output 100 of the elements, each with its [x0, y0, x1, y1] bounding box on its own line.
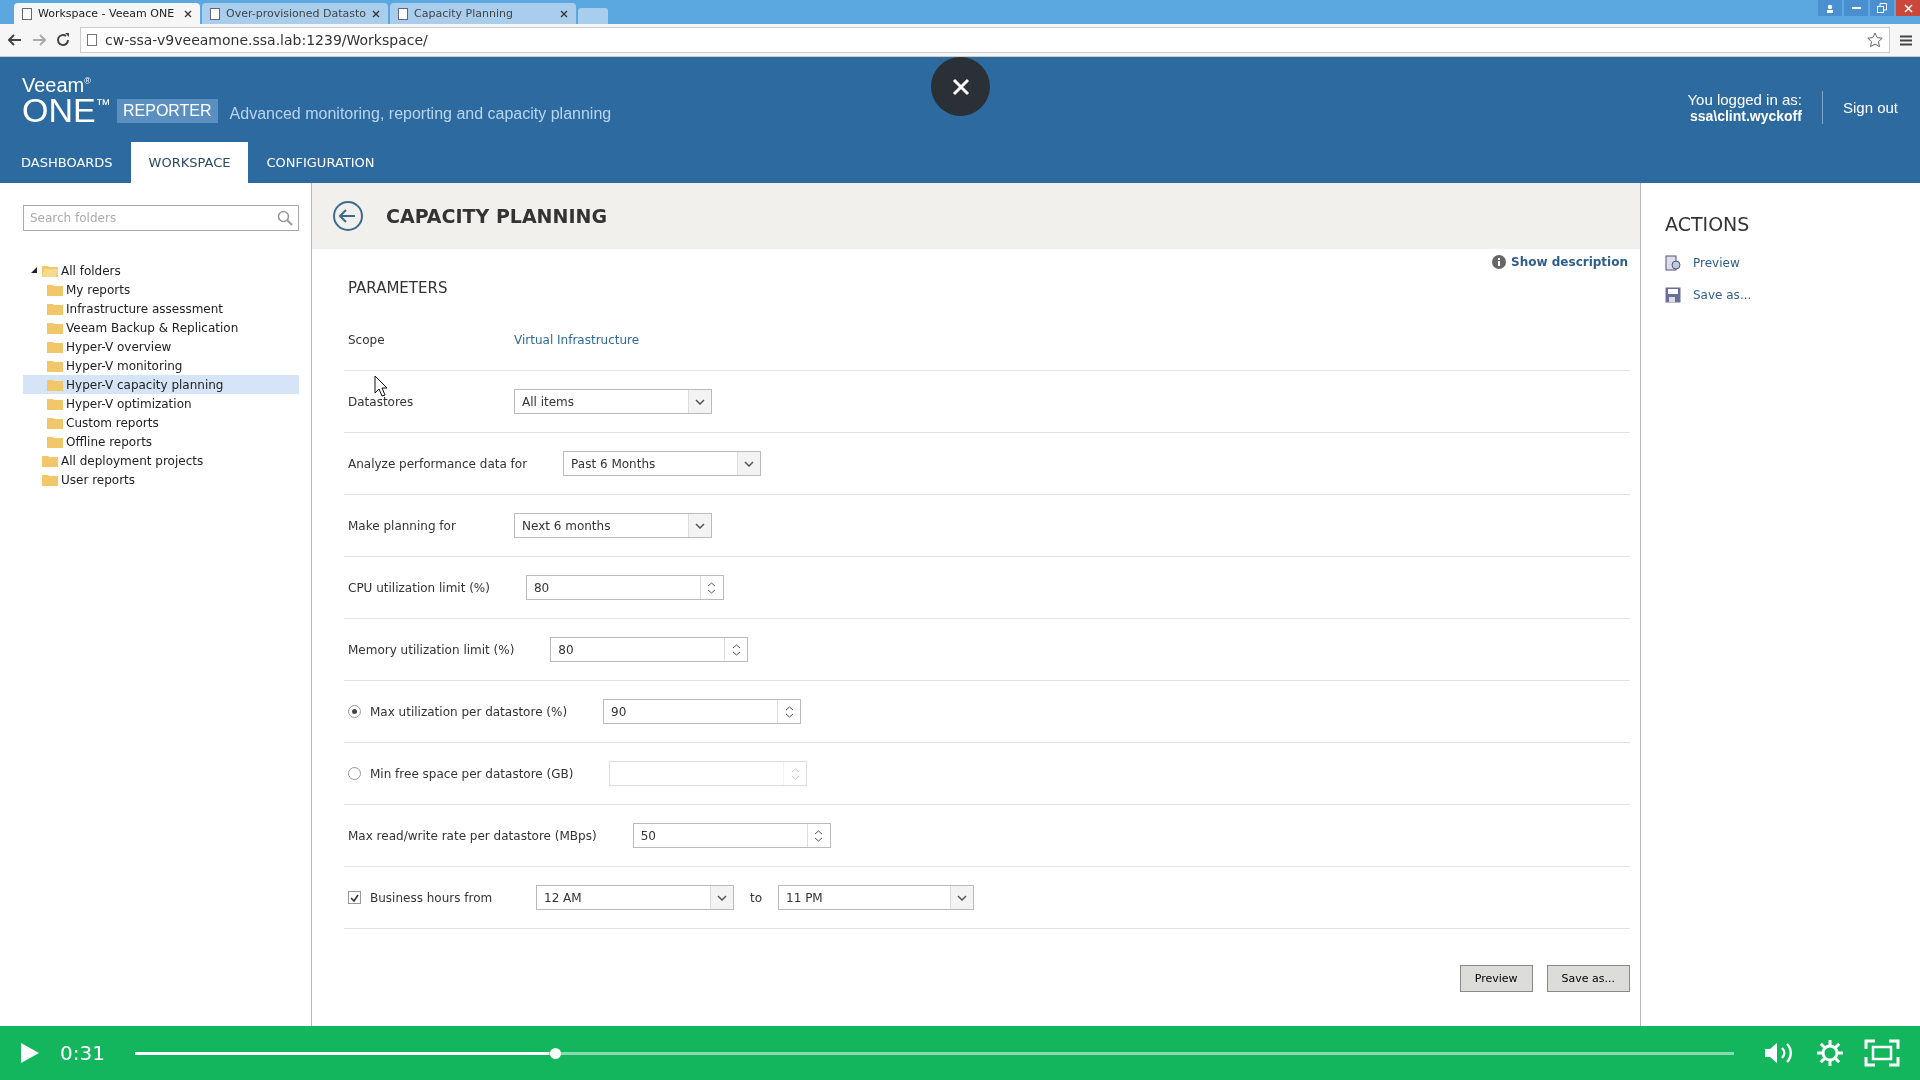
info-icon	[1492, 255, 1507, 269]
close-icon[interactable]	[184, 9, 192, 18]
fullscreen-icon[interactable]	[1864, 1039, 1900, 1067]
folder-item[interactable]: Custom reports	[23, 413, 299, 432]
dropdown[interactable]: Past 6 Months	[563, 451, 762, 476]
playback-time: 0:31	[60, 1041, 105, 1065]
caret-icon	[957, 894, 968, 901]
expand-arrow-icon[interactable]	[31, 266, 37, 273]
user-label: You logged in as:	[1687, 91, 1802, 108]
folder-item[interactable]: Hyper-V optimization	[23, 394, 299, 413]
field-label: Business hours from	[370, 890, 494, 905]
nav-tab[interactable]: DASHBOARDS	[3, 142, 131, 183]
user-icon[interactable]	[1818, 0, 1842, 16]
dropdown[interactable]: Next 6 months	[514, 513, 712, 538]
close-icon[interactable]	[560, 9, 568, 18]
show-description-link[interactable]: Show description	[1492, 255, 1628, 269]
field-label: CPU utilization limit (%)	[348, 580, 490, 595]
scope-link[interactable]: Virtual Infrastructure	[514, 332, 640, 347]
page-icon	[87, 34, 97, 46]
page-icon	[398, 7, 408, 20]
folder-item[interactable]: Hyper-V overview	[23, 337, 299, 356]
logo: Veeam$^{®}$ ONE$^{™}$	[22, 75, 111, 127]
browser-tab[interactable]: Capacity Planning	[390, 3, 576, 24]
field-label: Max utilization per datastore (%)	[370, 704, 568, 719]
menu-icon[interactable]	[1900, 34, 1912, 46]
field-label: Max read/write rate per datastore (MBps)	[348, 828, 597, 843]
folder-item[interactable]: Offline reports	[23, 432, 299, 451]
number-field[interactable]: 50	[632, 823, 831, 848]
close-icon	[951, 77, 970, 96]
field-label: Analyze performance data for	[348, 456, 528, 471]
mouse-cursor-icon	[374, 375, 388, 397]
folder-icon	[42, 473, 58, 486]
dropdown[interactable]: 12 AM	[536, 885, 734, 910]
address-field[interactable]: cw-ssa-v9veeamone.ssa.lab:1239/Workspace/	[80, 27, 1890, 53]
play-icon[interactable]	[20, 1042, 40, 1064]
progress-fill[interactable]	[134, 1051, 550, 1055]
tagline: Advanced monitoring, reporting and capacity planning	[229, 105, 612, 123]
search-icon[interactable]	[277, 210, 293, 226]
range-joiner: to	[750, 890, 763, 905]
folder-icon	[47, 359, 63, 372]
caret-icon	[744, 460, 755, 467]
field-label: Make planning for	[348, 518, 457, 533]
settings-icon[interactable]	[1816, 1039, 1844, 1067]
back-icon[interactable]	[8, 34, 22, 46]
folder-icon	[47, 340, 63, 353]
folder-icon	[47, 283, 63, 296]
field-label: Min free space per datastore (GB)	[370, 766, 574, 781]
search-field[interactable]: Search folders	[23, 205, 299, 231]
folder-item[interactable]: All folders	[23, 261, 299, 280]
folder-item[interactable]: Hyper-V capacity planning	[23, 375, 299, 394]
close-icon[interactable]	[372, 9, 380, 18]
number-field[interactable]: 80	[550, 637, 749, 662]
nav-tab[interactable]: WORKSPACE	[130, 142, 249, 183]
sign-out-link[interactable]: Sign out	[1822, 99, 1898, 116]
restore-icon[interactable]	[1870, 0, 1894, 16]
number-field[interactable]: 90	[603, 699, 802, 724]
checkbox[interactable]	[348, 891, 361, 904]
field-label: Scope	[348, 332, 386, 347]
actions-heading: ACTIONS	[1665, 213, 1751, 235]
page-icon	[210, 7, 220, 20]
folder-item[interactable]: Hyper-V monitoring	[23, 356, 299, 375]
browser-tab[interactable]: Workspace - Veeam ONE	[14, 3, 200, 24]
report-preview-icon	[1665, 254, 1681, 272]
folder-item[interactable]: User reports	[23, 470, 299, 489]
folder-item[interactable]: All deployment projects	[23, 451, 299, 470]
dropdown[interactable]: All items	[514, 389, 712, 414]
user-name: ssa\clint.wyckoff	[1689, 108, 1802, 124]
progress-thumb[interactable]	[550, 1047, 562, 1059]
folder-icon	[47, 416, 63, 429]
folder-item[interactable]: Infrastructure assessment	[23, 299, 299, 318]
dropdown[interactable]: 11 PM	[778, 885, 975, 910]
folder-icon	[47, 302, 63, 315]
caret-icon	[717, 894, 727, 901]
page-title: CAPACITY PLANNING	[386, 205, 607, 227]
minimize-icon[interactable]	[1844, 0, 1868, 16]
folder-icon	[42, 454, 58, 467]
forward-icon[interactable]	[32, 34, 46, 46]
field-label: Datastores	[348, 394, 415, 409]
nav-tab[interactable]: CONFIGURATION	[248, 142, 393, 183]
browser-tab[interactable]: Over-provisioned Datasto	[202, 3, 388, 24]
preview-action[interactable]: Preview	[1665, 247, 1920, 279]
save-as-button[interactable]: Save as...	[1546, 965, 1630, 992]
folder-icon	[47, 397, 63, 410]
folder-icon	[47, 435, 63, 448]
caret-icon	[695, 522, 705, 529]
folder-item[interactable]: My reports	[23, 280, 299, 299]
star-icon[interactable]	[1867, 32, 1883, 48]
folder-icon	[42, 264, 58, 277]
field-label: Memory utilization limit (%)	[348, 642, 515, 657]
caret-icon	[695, 398, 705, 405]
folder-icon	[47, 321, 63, 334]
preview-button[interactable]: Preview	[1459, 965, 1533, 992]
save-icon	[1665, 287, 1681, 303]
back-icon[interactable]	[332, 200, 364, 232]
folder-icon	[47, 378, 63, 391]
reload-icon[interactable]	[56, 33, 70, 47]
number-field[interactable]: 80	[525, 575, 724, 600]
folder-item[interactable]: Veeam Backup & Replication	[23, 318, 299, 337]
page-icon	[22, 7, 32, 20]
save-as-action[interactable]: Save as...	[1665, 279, 1920, 311]
